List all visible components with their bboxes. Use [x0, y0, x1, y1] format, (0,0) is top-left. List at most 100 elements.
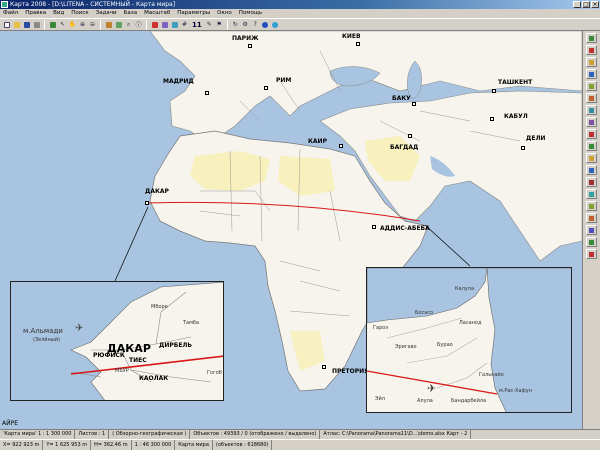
refresh-icon[interactable]: ↻ [231, 20, 240, 30]
globe-icon[interactable] [271, 20, 280, 30]
menu-window[interactable]: Окно [217, 9, 232, 18]
city-label-paris: ПАРИЖ [232, 35, 259, 42]
inset-dakar[interactable]: м.Альмади (Зелёный) ✈ РЮФИСК ДАКАР ТИЕС … [10, 281, 224, 401]
map-canvas[interactable]: ПАРИЖ КИЕВ МАДРИД РИМ ТАШКЕНТ БАКУ КАБУЛ… [0, 31, 582, 429]
right-tool-icon[interactable] [586, 201, 597, 211]
grid-icon[interactable]: # [180, 20, 189, 30]
toolbar-separator [100, 19, 101, 30]
right-tool-icon[interactable] [586, 237, 597, 247]
app-icon [1, 1, 8, 8]
coord-map: Карта мира [175, 440, 213, 450]
right-tool-icon[interactable] [586, 105, 597, 115]
city-label-cairo: КАИР [308, 138, 327, 145]
inset-somalia[interactable]: м.Рас-Хафун Калула Босасо Гароэ Ласанод … [366, 267, 572, 413]
route-icon[interactable] [150, 20, 159, 30]
airplane-icon: ✈ [427, 382, 437, 395]
right-tool-icon[interactable] [586, 69, 597, 79]
city-marker[interactable] [205, 91, 209, 95]
menu-database[interactable]: База [124, 9, 137, 18]
city-marker[interactable] [490, 117, 494, 121]
inset-label-almadi: м.Альмади [23, 327, 63, 335]
status-map-name: 'Карта мира' 1 : 1 300 000 [0, 430, 76, 439]
menu-file[interactable]: Файл [3, 9, 18, 18]
right-tool-icon[interactable] [586, 177, 597, 187]
city-marker[interactable] [492, 89, 496, 93]
right-tool-icon[interactable] [586, 165, 597, 175]
city-marker[interactable] [408, 134, 412, 138]
status-objects: Объектов : 49393 / 0 (отображено / выдел… [190, 430, 321, 439]
zoom-in-icon[interactable]: ⊕ [78, 20, 87, 30]
inset-label-eyl: Эйл [375, 396, 385, 402]
inset-label-mbur: МБУР [115, 368, 129, 374]
right-tool-icon[interactable] [586, 93, 597, 103]
settings-icon[interactable]: ⚙ [241, 20, 250, 30]
right-tool-icon[interactable] [586, 45, 597, 55]
main-toolbar: ↖ ✋ ⊕ ⊖ ⌕ ⓘ # 11 ✎ ⚑ ↻ ⚙ ? [0, 18, 600, 31]
city-marker[interactable] [322, 365, 326, 369]
minimize-button[interactable]: _ [573, 1, 581, 8]
inset-label-kaolak: КАОЛАК [139, 375, 169, 382]
city-marker[interactable] [412, 102, 416, 106]
city-marker[interactable] [356, 42, 360, 46]
right-tool-icon[interactable] [586, 117, 597, 127]
city-marker[interactable] [339, 144, 343, 148]
right-tool-icon[interactable] [586, 225, 597, 235]
city-label-baku: БАКУ [392, 95, 411, 102]
menu-tasks[interactable]: Задачи [96, 9, 117, 18]
window-controls: _ □ × [573, 1, 599, 8]
area-icon[interactable] [114, 20, 123, 30]
coord-count: (объектов : 618680) [213, 440, 273, 450]
right-tool-icon[interactable] [586, 57, 597, 67]
coordinate-bar: X= 922 923 m Y= 1 625 953 m H= 362,46 m … [0, 439, 600, 450]
city-label-rome: РИМ [276, 77, 292, 84]
scale-number[interactable]: 11 [190, 21, 204, 29]
city-marker[interactable] [248, 44, 252, 48]
new-icon[interactable] [2, 20, 11, 30]
menu-search[interactable]: Поиск [71, 9, 88, 18]
inset-label-galkayo: Галькайо [479, 372, 504, 378]
coord-h: H= 362,46 m [91, 440, 132, 450]
right-tool-icon[interactable] [586, 153, 597, 163]
menu-options[interactable]: Параметры [177, 9, 210, 18]
right-tool-icon[interactable] [586, 249, 597, 259]
right-toolbar [582, 31, 600, 429]
menu-view[interactable]: Вид [53, 9, 64, 18]
right-tool-icon[interactable] [586, 141, 597, 151]
search-icon[interactable]: ⌕ [124, 20, 133, 30]
info-icon[interactable]: ⓘ [134, 20, 143, 30]
toolbar-separator [44, 19, 45, 30]
city-label-kiev: КИЕВ [342, 33, 361, 40]
city-marker[interactable] [521, 146, 525, 150]
hand-icon[interactable]: ✋ [68, 20, 77, 30]
ruler-icon[interactable] [104, 20, 113, 30]
select-icon[interactable]: ↖ [58, 20, 67, 30]
flag-icon[interactable]: ⚑ [215, 20, 224, 30]
right-tool-icon[interactable] [586, 189, 597, 199]
city-marker[interactable] [372, 225, 376, 229]
print-icon[interactable] [32, 20, 41, 30]
city-marker[interactable] [264, 86, 268, 90]
menu-help[interactable]: Помощь [239, 9, 262, 18]
help-icon[interactable]: ? [251, 20, 260, 30]
right-tool-icon[interactable] [586, 129, 597, 139]
pencil-icon[interactable]: ✎ [205, 20, 214, 30]
open-icon[interactable] [12, 20, 21, 30]
coord-scale: 1 : 46 300 000 [132, 440, 176, 450]
legend-icon[interactable] [170, 20, 179, 30]
city-marker[interactable] [145, 201, 149, 205]
save-icon[interactable] [22, 20, 31, 30]
right-tool-icon[interactable] [586, 213, 597, 223]
city-label-baghdad: БАГДАД [390, 144, 419, 151]
info-blue-icon[interactable] [261, 20, 270, 30]
right-tool-icon[interactable] [586, 33, 597, 43]
menu-scale[interactable]: Масштаб [144, 9, 170, 18]
inset-label-dakar: ДАКАР [107, 342, 151, 355]
zoom-out-icon[interactable]: ⊖ [88, 20, 97, 30]
filter-icon[interactable] [160, 20, 169, 30]
right-tool-icon[interactable] [586, 81, 597, 91]
maximize-button[interactable]: □ [582, 1, 590, 8]
layers-icon[interactable] [48, 20, 57, 30]
toolbar-separator [146, 19, 147, 30]
close-button[interactable]: × [591, 1, 599, 8]
menu-edit[interactable]: Правка [25, 9, 46, 18]
